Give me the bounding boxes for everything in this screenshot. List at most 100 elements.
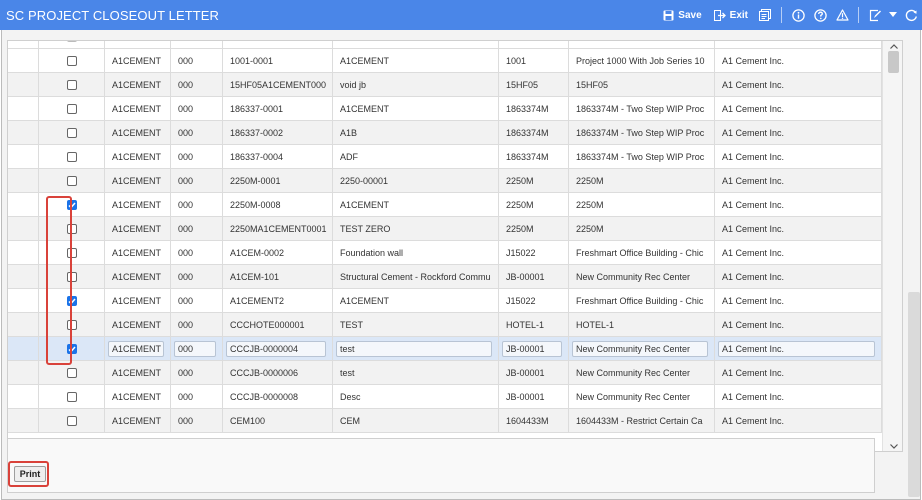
customer-cell[interactable]: A1 Cement Inc. bbox=[714, 409, 882, 433]
division-cell[interactable]: 000 bbox=[170, 313, 222, 337]
project-name-cell[interactable]: Freshmart Office Building - Chic bbox=[568, 289, 714, 313]
description-cell[interactable]: test bbox=[332, 361, 498, 385]
company-cell[interactable]: A1CEMENT bbox=[104, 241, 170, 265]
table-row[interactable]: A1CEMENT 000 CEM100 CEM 1604433M 1604433M - R… bbox=[8, 409, 882, 433]
customer-cell[interactable]: A1 Cement Inc. bbox=[714, 361, 882, 385]
project-cell[interactable]: JB-00001 bbox=[498, 337, 568, 361]
job-cell[interactable]: CCCJB-0000004 bbox=[222, 337, 332, 361]
scroll-up-icon[interactable] bbox=[888, 41, 899, 51]
table-row[interactable]: A1CEMENT 000 186337-0001 A1CEMENT 1863374M 18… bbox=[8, 97, 882, 121]
job-cell[interactable]: A1CEMENT2 bbox=[222, 289, 332, 313]
customer-cell[interactable]: A1 Cement Inc. bbox=[714, 97, 882, 121]
description-cell[interactable]: TEST bbox=[332, 313, 498, 337]
row-handle[interactable] bbox=[8, 313, 38, 337]
project-cell[interactable]: 1863374M bbox=[498, 121, 568, 145]
project-name-cell[interactable]: Project 1000 With Job Series 10 bbox=[568, 49, 714, 73]
page-scrollbar[interactable] bbox=[908, 292, 920, 497]
print-button[interactable]: Print bbox=[14, 466, 46, 482]
row-handle[interactable] bbox=[8, 97, 38, 121]
project-cell[interactable]: JB-00001 bbox=[498, 265, 568, 289]
select-checkbox[interactable] bbox=[66, 272, 77, 282]
project-name-cell[interactable]: 2250M bbox=[568, 193, 714, 217]
row-handle[interactable] bbox=[8, 385, 38, 409]
select-checkbox[interactable] bbox=[66, 152, 77, 162]
project-name-cell[interactable]: New Community Rec Center bbox=[568, 385, 714, 409]
row-handle[interactable] bbox=[8, 361, 38, 385]
project-cell[interactable]: 1863374M bbox=[498, 97, 568, 121]
company-cell[interactable]: A1CEMENT bbox=[104, 385, 170, 409]
division-cell[interactable]: 000 bbox=[170, 217, 222, 241]
project-name-cell[interactable]: 1604433M - Restrict Certain Ca bbox=[568, 409, 714, 433]
row-handle[interactable] bbox=[8, 193, 38, 217]
project-name-cell[interactable]: 2250M bbox=[568, 217, 714, 241]
customer-cell[interactable]: A1 Cement Inc. bbox=[714, 217, 882, 241]
table-row[interactable]: A1CEMENT 000 2250MA1CEMENT0001 TEST ZERO 225… bbox=[8, 217, 882, 241]
division-cell[interactable]: 000 bbox=[170, 73, 222, 97]
row-handle[interactable] bbox=[8, 241, 38, 265]
grid-scrollbar[interactable] bbox=[882, 41, 902, 451]
project-cell[interactable]: JB-00001 bbox=[498, 385, 568, 409]
division-cell[interactable]: 000 bbox=[170, 409, 222, 433]
select-checkbox[interactable] bbox=[66, 224, 77, 234]
table-row[interactable]: A1CEMENT 000 15HF05A1CEMENT000 void jb 15HF0… bbox=[8, 73, 882, 97]
select-checkbox[interactable] bbox=[66, 80, 77, 90]
description-cell[interactable]: TEST ZERO bbox=[332, 217, 498, 241]
project-cell[interactable]: J15022 bbox=[498, 289, 568, 313]
company-cell[interactable]: A1CEMENT bbox=[104, 169, 170, 193]
save-button[interactable]: Save bbox=[657, 0, 707, 30]
customer-cell[interactable]: A1 Cement Inc. bbox=[714, 241, 882, 265]
select-checkbox[interactable] bbox=[66, 392, 77, 402]
company-cell[interactable]: A1CEMENT bbox=[104, 217, 170, 241]
job-cell[interactable]: 186337-0004 bbox=[222, 145, 332, 169]
job-cell[interactable]: 1001-0001 bbox=[222, 49, 332, 73]
division-cell[interactable]: 000 bbox=[170, 289, 222, 313]
table-row[interactable]: A1CEMENT 000 A1CEMENT2 A1CEMENT J15022 Freshm… bbox=[8, 289, 882, 313]
company-cell[interactable]: A1CEMENT bbox=[104, 265, 170, 289]
division-cell[interactable]: 000 bbox=[170, 337, 222, 361]
table-row[interactable]: A1CEMENT 000 186337-0002 A1B 1863374M 1863374… bbox=[8, 121, 882, 145]
project-cell[interactable]: 1604433M bbox=[498, 409, 568, 433]
row-handle[interactable] bbox=[8, 73, 38, 97]
help-button[interactable] bbox=[809, 0, 831, 30]
select-checkbox[interactable] bbox=[66, 56, 77, 66]
division-cell[interactable]: 000 bbox=[170, 49, 222, 73]
project-name-cell[interactable]: 1863374M - Two Step WIP Proc bbox=[568, 121, 714, 145]
project-name-cell[interactable]: 1863374M - Two Step WIP Proc bbox=[568, 145, 714, 169]
select-checkbox[interactable] bbox=[66, 416, 77, 426]
division-cell[interactable]: 000 bbox=[170, 241, 222, 265]
description-cell[interactable]: A1CEMENT bbox=[332, 193, 498, 217]
division-cell[interactable]: 000 bbox=[170, 385, 222, 409]
description-cell[interactable]: A1B bbox=[332, 121, 498, 145]
project-name-cell[interactable]: 15HF05 bbox=[568, 73, 714, 97]
job-cell[interactable]: 186337-0001 bbox=[222, 97, 332, 121]
job-cell[interactable]: 2250M-0008 bbox=[222, 193, 332, 217]
description-cell[interactable]: Structural Cement - Rockford Commu bbox=[332, 265, 498, 289]
table-row[interactable]: A1CEMENT 000 2250M-0008 A1CEMENT 2250M 2250M A… bbox=[8, 193, 882, 217]
table-row[interactable]: A1CEMENT 000 CCCHOTE000001 TEST HOTEL-1 HOTEL… bbox=[8, 313, 882, 337]
project-cell[interactable]: 2250M bbox=[498, 193, 568, 217]
job-cell[interactable]: CCCJB-0000008 bbox=[222, 385, 332, 409]
division-cell[interactable]: 000 bbox=[170, 361, 222, 385]
row-handle[interactable] bbox=[8, 289, 38, 313]
project-cell[interactable]: 1001 bbox=[498, 49, 568, 73]
description-cell[interactable]: Foundation wall bbox=[332, 241, 498, 265]
job-cell[interactable]: 2250MA1CEMENT0001 bbox=[222, 217, 332, 241]
description-cell[interactable]: Desc bbox=[332, 385, 498, 409]
company-cell[interactable]: A1CEMENT bbox=[104, 361, 170, 385]
description-cell[interactable]: A1CEMENT bbox=[332, 49, 498, 73]
project-cell[interactable]: 2250M bbox=[498, 169, 568, 193]
job-cell[interactable]: 2250M-0001 bbox=[222, 169, 332, 193]
customer-cell[interactable]: A1 Cement Inc. bbox=[714, 337, 882, 361]
warning-button[interactable] bbox=[831, 0, 853, 30]
table-row[interactable]: A1CEMENT 000 2250M-0001 2250-00001 2250M 2250… bbox=[8, 169, 882, 193]
row-handle[interactable] bbox=[8, 217, 38, 241]
company-cell[interactable]: A1CEMENT bbox=[104, 121, 170, 145]
project-cell[interactable]: 1863374M bbox=[498, 145, 568, 169]
project-name-cell[interactable]: New Community Rec Center bbox=[568, 337, 714, 361]
select-checkbox[interactable] bbox=[66, 320, 77, 330]
job-cell[interactable]: A1CEM-101 bbox=[222, 265, 332, 289]
project-cell[interactable]: J15022 bbox=[498, 241, 568, 265]
refresh-button[interactable] bbox=[900, 0, 922, 30]
table-row[interactable]: A1CEMENT 000 1001-0001 A1CEMENT 1001 Project … bbox=[8, 49, 882, 73]
company-cell[interactable]: A1CEMENT bbox=[104, 337, 170, 361]
